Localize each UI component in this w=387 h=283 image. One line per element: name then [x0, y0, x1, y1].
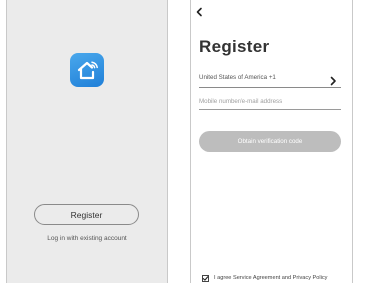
- register-button[interactable]: Register: [34, 204, 139, 225]
- agreement-row: I agree Service Agreement and Privacy Po…: [202, 273, 327, 283]
- country-selector[interactable]: United States of America +1: [199, 72, 341, 88]
- chevron-left-icon[interactable]: [194, 5, 206, 17]
- agreement-text: I agree Service Agreement and Privacy Po…: [214, 275, 328, 281]
- chevron-right-icon: [329, 73, 337, 86]
- obtain-verification-code-button[interactable]: Obtain verification code: [199, 131, 341, 152]
- page-title: Register: [199, 37, 270, 56]
- welcome-screen: Register Log in with existing account: [6, 0, 168, 283]
- login-existing-account-link[interactable]: Log in with existing account: [7, 235, 167, 242]
- screenshot-stage: Register Log in with existing account Re…: [0, 0, 387, 283]
- smart-home-wifi-icon: [70, 53, 104, 87]
- register-screen: Register United States of America +1 Obt…: [190, 0, 353, 283]
- agreement-checkbox[interactable]: [202, 274, 209, 282]
- country-code-value: United States of America +1: [199, 74, 276, 81]
- mobile-email-input[interactable]: [199, 94, 341, 110]
